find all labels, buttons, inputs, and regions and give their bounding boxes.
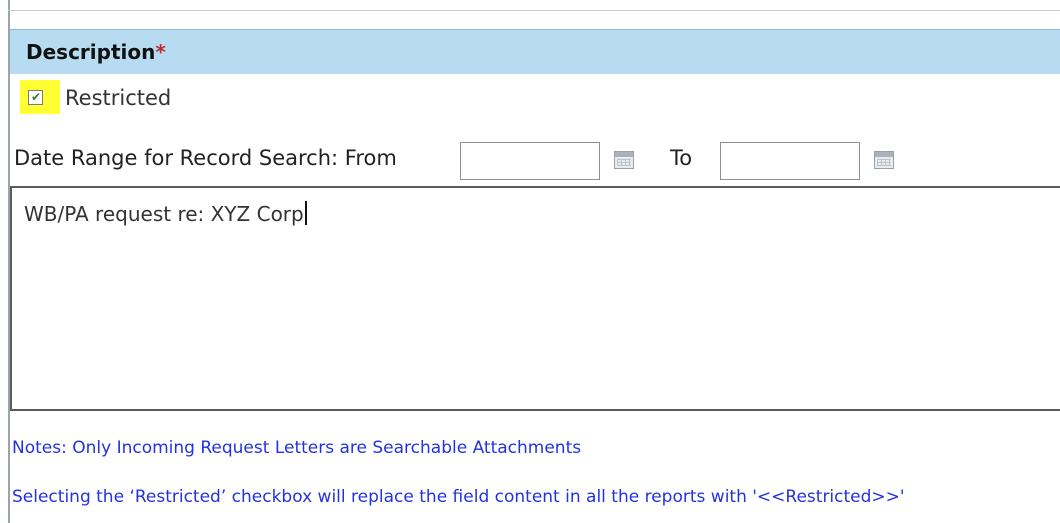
calendar-icon[interactable] (874, 151, 894, 169)
calendar-icon[interactable] (614, 151, 634, 169)
section-title: Description* (26, 40, 166, 64)
description-value: WB/PA request re: XYZ Corp (24, 202, 304, 226)
note-restricted-explanation: Selecting the ‘Restricted’ checkbox will… (12, 487, 905, 507)
date-to-label: To (670, 146, 693, 170)
section-title-text: Description (26, 40, 156, 64)
text-caret (304, 201, 307, 225)
restricted-label: Restricted (65, 86, 172, 110)
restricted-checkbox[interactable]: ✔ (28, 90, 43, 105)
description-text: WB/PA request re: XYZ Corp (24, 201, 307, 226)
required-marker: * (155, 40, 166, 64)
date-range-label: Date Range for Record Search: From (14, 146, 397, 170)
date-from-input[interactable] (460, 142, 600, 180)
date-to-input[interactable] (720, 142, 860, 180)
description-textarea[interactable]: WB/PA request re: XYZ Corp (10, 186, 1060, 411)
frame-top-border (8, 10, 1060, 11)
description-section-header: Description* (10, 29, 1060, 74)
checkmark-icon: ✔ (31, 90, 42, 104)
note-searchable-attachments: Notes: Only Incoming Request Letters are… (12, 438, 582, 458)
